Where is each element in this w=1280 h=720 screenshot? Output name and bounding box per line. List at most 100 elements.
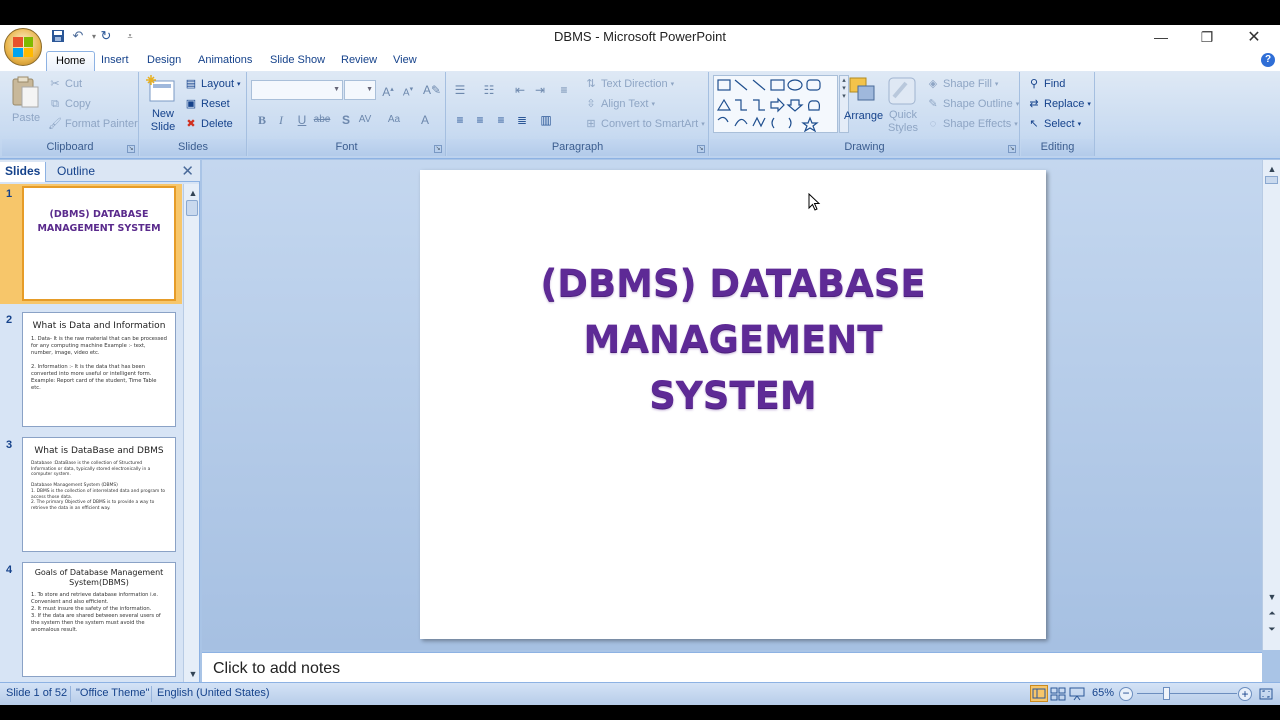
font-color-icon[interactable]: A (416, 111, 434, 129)
justify-icon[interactable]: ≣ (513, 111, 531, 129)
shapes-gallery[interactable] (713, 75, 838, 133)
tab-view[interactable]: View (384, 51, 426, 71)
current-slide[interactable]: (DBMS) DATABASE MANAGEMENT SYSTEM (420, 170, 1046, 639)
align-right-icon[interactable]: ≡ (492, 111, 510, 129)
slides-pane: Slides Outline ✕ 1 (DBMS) DATABASE MANAG… (0, 160, 200, 683)
increase-indent-icon[interactable]: ⇥ (531, 81, 549, 99)
close-button[interactable]: ✕ (1231, 25, 1277, 49)
mouse-cursor-icon (808, 193, 821, 211)
slide-thumbnail-2[interactable]: 2 What is Data and Information 1. Data- … (0, 310, 182, 430)
paragraph-launcher-icon[interactable]: ↘ (697, 145, 705, 153)
tab-slide-show[interactable]: Slide Show (261, 51, 334, 71)
main-scrollbar[interactable]: ▲ ▼ ⏶ ⏷ (1262, 160, 1280, 650)
shape-outline-button[interactable]: ✎ Shape Outline ▾ (926, 97, 1019, 111)
font-launcher-icon[interactable]: ↘ (434, 145, 442, 153)
text-direction-button[interactable]: ⇅ Text Direction ▾ (584, 77, 674, 91)
slide-show-icon[interactable] (1069, 686, 1085, 701)
clear-formatting-icon[interactable]: A✎ (423, 81, 441, 99)
zoom-slider-thumb[interactable] (1163, 687, 1170, 700)
line-spacing-icon[interactable]: ≡ (555, 81, 573, 99)
language-indicator[interactable]: English (United States) (157, 687, 270, 699)
slide-thumbnail-4[interactable]: 4 Goals of Database Management System(DB… (0, 560, 182, 680)
layout-button[interactable]: ▤ Layout ▾ (184, 77, 241, 91)
paragraph-group-label: Paragraph (447, 139, 708, 156)
tab-slides[interactable]: Slides (0, 162, 47, 182)
align-text-button[interactable]: ⇳ Align Text ▾ (584, 97, 655, 111)
clipboard-launcher-icon[interactable]: ↘ (127, 145, 135, 153)
new-slide-icon[interactable] (146, 75, 178, 107)
scroll-down-icon[interactable]: ▼ (186, 667, 200, 681)
align-center-icon[interactable]: ≡ (471, 111, 489, 129)
select-button[interactable]: ↖ Select ▾ (1027, 117, 1081, 131)
tab-review[interactable]: Review (332, 51, 386, 71)
fit-to-window-icon[interactable] (1258, 686, 1274, 702)
slide-thumbnail-1[interactable]: 1 (DBMS) DATABASE MANAGEMENT SYSTEM (0, 184, 182, 304)
thumbnail-preview: (DBMS) DATABASE MANAGEMENT SYSTEM (22, 186, 176, 301)
slides-pane-scrollbar[interactable]: ▲ ▼ (183, 184, 199, 683)
next-slide-icon[interactable]: ⏷ (1265, 622, 1279, 636)
pane-tabs: Slides Outline ✕ (0, 160, 200, 182)
restore-button[interactable]: ❐ (1184, 25, 1230, 49)
delete-button[interactable]: ✖ Delete (184, 117, 232, 131)
scroll-down-icon[interactable]: ▼ (1265, 590, 1279, 604)
previous-slide-icon[interactable]: ⏶ (1265, 606, 1279, 620)
tab-outline[interactable]: Outline (52, 162, 100, 182)
convert-smartart-button[interactable]: ⊞ Convert to SmartArt ▾ (584, 117, 704, 131)
shape-fill-button[interactable]: ◈ Shape Fill ▾ (926, 77, 999, 91)
align-text-icon: ⇳ (586, 98, 596, 110)
cut-button[interactable]: ✂ Cut (48, 77, 82, 91)
character-spacing-icon[interactable]: AV (356, 111, 374, 129)
change-case-icon[interactable]: Aa (385, 111, 403, 129)
bullets-icon[interactable]: ☰ (451, 81, 469, 99)
text-shadow-icon[interactable]: S (337, 111, 355, 129)
quick-styles-icon[interactable] (886, 75, 918, 107)
italic-icon[interactable]: I (272, 111, 290, 129)
columns-icon[interactable]: ▥ (537, 111, 555, 129)
shape-effects-label: Shape Effects (943, 118, 1012, 130)
zoom-in-icon[interactable]: + (1238, 687, 1252, 701)
notes-pane[interactable]: Click to add notes (202, 652, 1262, 682)
drawing-launcher-icon[interactable]: ↘ (1008, 145, 1016, 153)
replace-button[interactable]: ⇄ Replace ▾ (1027, 97, 1090, 111)
font-size-combo[interactable]: ▼ (344, 80, 376, 100)
zoom-out-icon[interactable]: − (1119, 687, 1133, 701)
tab-insert[interactable]: Insert (92, 51, 138, 71)
slide-thumbnail-3[interactable]: 3 What is DataBase and DBMS Database :Da… (0, 435, 182, 555)
grow-font-icon[interactable]: A▴ (379, 81, 397, 99)
font-name-combo[interactable]: ▼ (251, 80, 343, 100)
scroll-up-icon[interactable]: ▲ (186, 186, 200, 200)
minimize-button[interactable]: — (1138, 25, 1184, 49)
bold-icon[interactable]: B (253, 111, 271, 129)
shape-effects-button[interactable]: ◌ Shape Effects ▾ (926, 117, 1018, 131)
scroll-thumb[interactable] (186, 200, 198, 216)
underline-icon[interactable]: U (293, 111, 311, 129)
numbering-icon[interactable]: ☷ (480, 81, 498, 99)
tab-animations[interactable]: Animations (189, 51, 261, 71)
scroll-thumb[interactable] (1265, 176, 1278, 184)
strikethrough-icon[interactable]: abe (313, 111, 331, 129)
tab-design[interactable]: Design (138, 51, 190, 71)
decrease-indent-icon[interactable]: ⇤ (511, 81, 529, 99)
align-left-icon[interactable]: ≡ (451, 111, 469, 129)
close-pane-icon[interactable]: ✕ (181, 162, 194, 180)
zoom-level[interactable]: 65% (1092, 687, 1114, 699)
slide-sorter-icon[interactable] (1050, 686, 1066, 701)
help-icon[interactable]: ? (1261, 53, 1275, 67)
zoom-slider-track[interactable] (1137, 693, 1237, 694)
tab-home[interactable]: Home (46, 51, 96, 71)
normal-view-icon[interactable] (1030, 685, 1048, 702)
arrange-icon[interactable] (847, 75, 879, 107)
shrink-font-icon[interactable]: A▾ (399, 81, 417, 99)
find-button[interactable]: ⚲ Find (1027, 77, 1065, 91)
copy-button[interactable]: ⧉ Copy (48, 97, 91, 111)
office-button[interactable] (4, 28, 42, 66)
paste-icon[interactable] (10, 75, 42, 108)
clipboard-group: Paste ✂ Cut ⧉ Copy 🖌 Format Painter Clipboa… (2, 72, 139, 156)
scroll-up-icon[interactable]: ▲ (1265, 162, 1279, 176)
slide-title-line-1: (DBMS) DATABASE (540, 262, 926, 305)
reset-button[interactable]: ▣ Reset (184, 97, 230, 111)
format-painter-button[interactable]: 🖌 Format Painter (48, 117, 138, 131)
slide-title[interactable]: (DBMS) DATABASE MANAGEMENT SYSTEM (420, 256, 1046, 424)
notes-placeholder[interactable]: Click to add notes (213, 660, 340, 678)
new-slide-button[interactable]: New Slide (148, 108, 178, 134)
